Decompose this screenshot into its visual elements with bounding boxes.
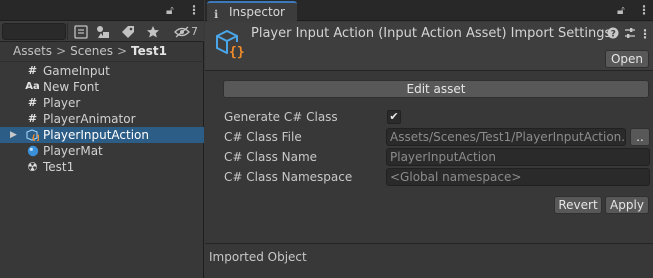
svg-text:{}: {} [31,134,39,141]
csharp-script-icon: # [27,96,38,109]
breadcrumb-current[interactable]: Test1 [131,44,167,58]
list-item-label: PlayerMat [43,144,103,158]
filter-by-type-icon[interactable] [91,21,115,42]
favorites-star-icon[interactable] [141,21,165,42]
input-action-asset-icon: {} [26,129,39,141]
list-item[interactable]: PlayerMat [0,143,204,159]
list-item-label: Test1 [43,160,75,174]
breadcrumb: Assets > Scenes > Test1 [0,42,204,62]
open-button[interactable]: Open [605,50,649,68]
breadcrumb-separator: > [116,44,128,58]
project-search-input[interactable] [2,23,66,40]
imported-object-section: Imported Object [205,243,653,278]
scene-icon: ☢ [27,160,38,174]
class-namespace-label: C# Class Namespace [224,170,353,184]
list-item-label: PlayerInputAction [43,128,149,142]
class-name-label: C# Class Name [224,150,318,164]
page-title: Player Input Action (Input Action Asset)… [251,26,612,41]
imported-object-label: Imported Object [209,250,307,264]
inspector-header: {} Player Input Action (Input Action Ass… [205,22,653,71]
edit-asset-button[interactable]: Edit asset [223,80,649,98]
project-toolbar: 7 [0,21,204,42]
tab-label: Inspector [229,5,285,19]
list-item-label: PlayerAnimator [43,112,136,126]
list-item-label: GameInput [43,64,110,78]
generate-class-checkbox[interactable]: ✔ [387,110,401,124]
presets-icon[interactable] [624,27,636,42]
project-panel: 🔓︎ ⋮ 7 Assets > Scenes > Test1 # GameInput [0,0,204,278]
search-by-type-icon[interactable] [69,21,93,42]
list-item-label: Player [43,96,81,110]
class-namespace-field[interactable]: <Global namespace> [386,168,650,186]
list-item-label: New Font [43,80,100,94]
breadcrumb-separator: > [56,44,67,58]
input-action-asset-icon: {} [214,28,246,60]
asset-list: # GameInput Aa New Font # Player # Playe… [0,63,204,175]
eye-slash-icon [174,26,190,37]
apply-button[interactable]: Apply [605,196,649,214]
list-item[interactable]: Aa New Font [0,79,204,95]
csharp-script-icon: # [27,64,38,77]
browse-button[interactable]: .. [630,128,650,146]
list-item[interactable]: ☢ Test1 [0,159,204,175]
breadcrumb-assets[interactable]: Assets [13,44,52,58]
more-menu-icon[interactable]: ⋮ [188,3,200,17]
font-icon: Aa [25,81,40,92]
class-file-field[interactable]: Assets/Scenes/Test1/PlayerInputAction.cs [386,128,626,146]
tab-inspector[interactable]: ℹ Inspector [207,1,297,22]
inspector-panel: ℹ Inspector 🔓︎ ⋮ {} Player Input Action … [205,0,653,278]
more-menu-icon[interactable]: ⋮ [639,27,651,41]
svg-text:?: ? [611,30,616,40]
csharp-script-icon: # [27,112,38,125]
filter-by-label-icon[interactable] [116,21,140,42]
material-icon [26,145,39,157]
class-file-label: C# Class File [224,130,302,144]
inspector-tabstrip: ℹ Inspector 🔓︎ ⋮ [205,0,653,22]
more-menu-icon[interactable]: ⋮ [638,3,650,17]
generate-class-label: Generate C# Class [224,110,338,124]
list-item-selected[interactable]: ▶ {} PlayerInputAction [0,127,204,143]
lock-icon[interactable]: 🔓︎ [166,3,174,17]
project-titlebar: 🔓︎ ⋮ [0,0,204,21]
svg-text:{}: {} [229,45,245,60]
hidden-packages-toggle[interactable]: 7 [170,21,202,42]
list-item[interactable]: # Player [0,95,204,111]
revert-button[interactable]: Revert [554,196,602,214]
breadcrumb-scenes[interactable]: Scenes [70,44,113,58]
checkmark-icon: ✔ [389,110,399,123]
list-item[interactable]: # PlayerAnimator [0,111,204,127]
help-icon[interactable]: ? [607,27,619,42]
lock-icon[interactable]: 🔓︎ [617,3,625,17]
class-name-field[interactable]: PlayerInputAction [386,148,650,166]
hidden-count: 7 [191,25,198,38]
list-item[interactable]: # GameInput [0,63,204,79]
expand-arrow-icon[interactable]: ▶ [10,127,17,143]
